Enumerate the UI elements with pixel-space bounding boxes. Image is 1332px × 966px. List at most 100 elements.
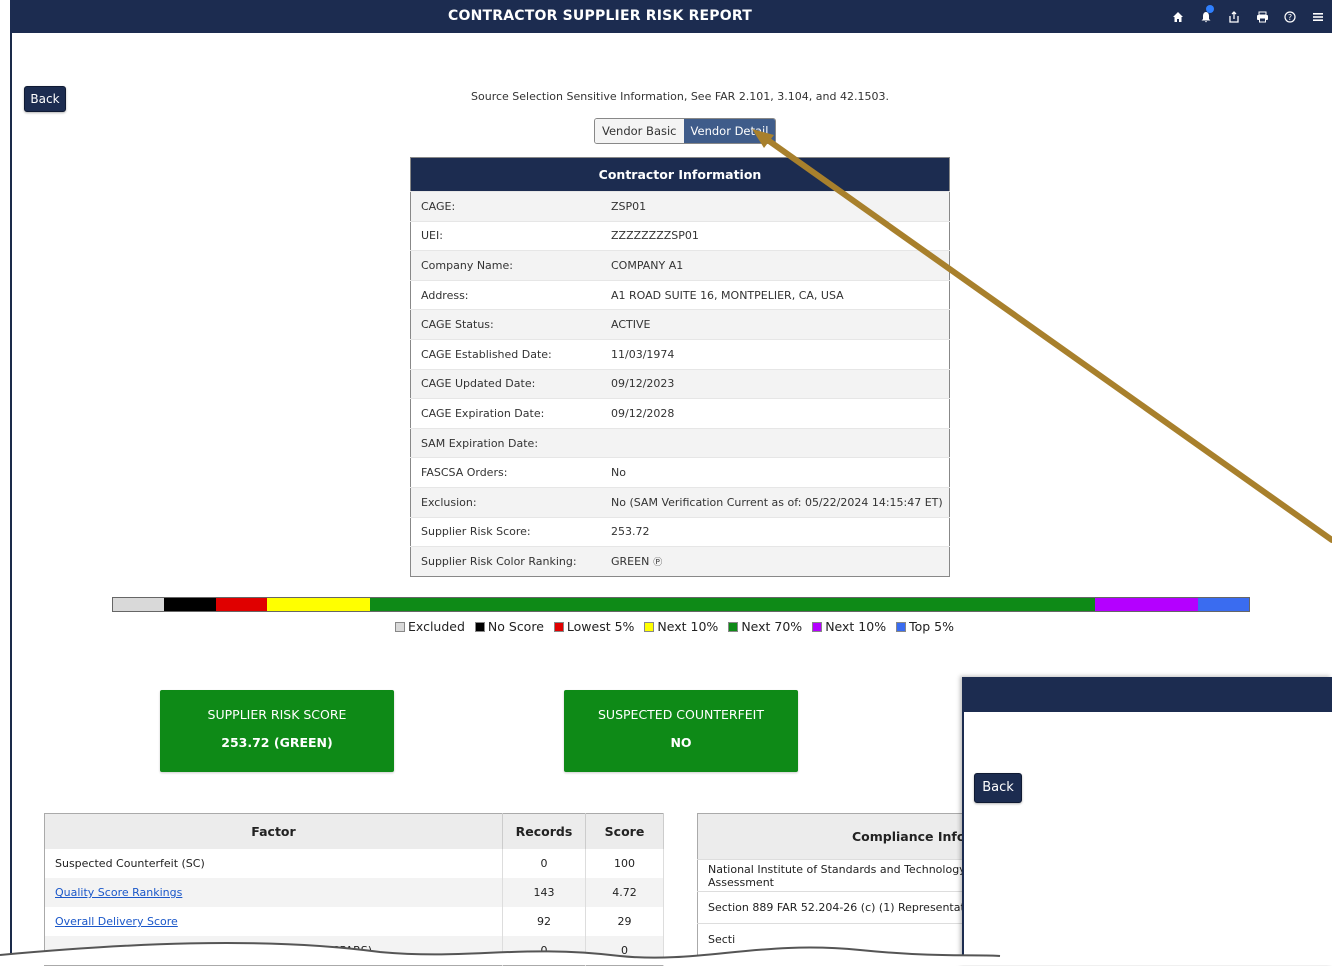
tab-vendor-basic[interactable]: Vendor Basic (595, 119, 684, 143)
print-icon[interactable] (1248, 0, 1276, 33)
field-label: UEI: (410, 220, 601, 251)
table-row: CAGE: ZSP01 (410, 191, 950, 222)
contractor-information-table: Contractor Information CAGE: ZSP01 UEI: ZZ… (410, 157, 950, 577)
risk-color-value: GREEN (611, 554, 650, 568)
bell-icon[interactable] (1192, 0, 1220, 33)
records-value: 143 (502, 878, 586, 907)
field-label: Company Name: (410, 250, 601, 281)
risk-legend: Excluded No Score Lowest 5% Next 10% Nex… (395, 619, 964, 634)
legend-label: Excluded (408, 619, 465, 634)
bar-segment-excluded (113, 598, 164, 611)
table-row: CAGE Status: ACTIVE (410, 309, 950, 340)
column-header: Records (502, 813, 586, 849)
legend-item: Excluded (395, 619, 465, 634)
legend-item: No Score (474, 619, 544, 634)
column-header: Factor (44, 813, 503, 849)
legend-label: Lowest 5% (566, 619, 635, 634)
field-value: GREEN Ⓟ (601, 546, 950, 577)
vendor-view-toggle: Vendor Basic Vendor Detail (594, 118, 777, 144)
field-label: Exclusion: (410, 486, 601, 518)
help-icon[interactable]: ? (1276, 0, 1304, 33)
field-value: A1 ROAD SUITE 16, MONTPELIER, CA, USA (601, 279, 950, 310)
preview-back-button[interactable]: Back (974, 773, 1022, 803)
torn-edge (0, 941, 1332, 965)
legend-item: Next 70% (728, 619, 802, 634)
field-label: CAGE Expiration Date: (410, 398, 601, 429)
table-row: CAGE Expiration Date: 09/12/2028 (410, 398, 950, 429)
field-label: Supplier Risk Color Ranking: (410, 546, 601, 577)
table-row: CAGE Established Date: 11/03/1974 (410, 338, 950, 370)
legend-swatch (896, 621, 907, 632)
records-value: 0 (502, 849, 586, 878)
table-row: National Institute of Standards and Tech… (697, 859, 997, 892)
table-row: Address: A1 ROAD SUITE 16, MONTPELIER, CA… (410, 279, 950, 310)
table-row: FASCSA Orders: No (410, 457, 950, 488)
legend-label: Next 10% (657, 619, 719, 634)
table-row: SAM Expiration Date: (410, 427, 950, 458)
field-value: ACTIVE (601, 309, 950, 340)
field-label: Address: (410, 279, 601, 310)
legend-swatch (728, 621, 739, 632)
field-value: ZZZZZZZZSP01 (601, 220, 950, 251)
field-value: ZSP01 (601, 191, 950, 222)
legend-item: Next 10% (644, 619, 718, 634)
top-bar: CONTRACTOR SUPPLIER RISK REPORT ? (10, 0, 1332, 33)
preview-top-bar (964, 679, 1332, 712)
legend-swatch (553, 621, 564, 632)
field-value: No (601, 457, 950, 488)
legend-label: Next 70% (741, 619, 803, 634)
field-value: 253.72 (601, 516, 950, 547)
table-heading: Compliance Infor (697, 813, 997, 860)
legend-item: Top 5% (896, 619, 954, 634)
table-row: Section 889 FAR 52.204-26 (c) (1) Repres… (697, 891, 997, 924)
help-icon[interactable]: Ⓟ (653, 558, 662, 568)
card-title: SUPPLIER RISK SCORE (207, 707, 347, 722)
field-label: CAGE: (410, 191, 601, 222)
table-row: Suspected Counterfeit (SC) 0 100 (44, 849, 664, 878)
field-label: CAGE Status: (410, 309, 601, 340)
page-title: CONTRACTOR SUPPLIER RISK REPORT (448, 8, 752, 24)
legend-item: Next 10% (812, 619, 886, 634)
overall-delivery-score-link[interactable]: Overall Delivery Score (55, 915, 178, 928)
compliance-item: Section 889 FAR 52.204-26 (c) (1) Repres… (697, 891, 997, 924)
quality-score-rankings-link[interactable]: Quality Score Rankings (55, 886, 182, 899)
legend-swatch (395, 621, 405, 632)
field-value: 11/03/1974 (601, 338, 950, 370)
field-label: CAGE Updated Date: (410, 368, 601, 399)
supplier-risk-score-card: SUPPLIER RISK SCORE 253.72 (GREEN) (160, 690, 394, 772)
field-label: FASCSA Orders: (410, 457, 601, 488)
field-value: 09/12/2023 (601, 368, 950, 399)
suspected-counterfeit-card: SUSPECTED COUNTERFEIT NO (564, 690, 798, 772)
home-icon[interactable] (1164, 0, 1192, 33)
card-value: NO (670, 735, 692, 750)
toolbar-icons: ? (1164, 0, 1332, 33)
table-row: Company Name: COMPANY A1 (410, 250, 950, 281)
legend-swatch (644, 621, 655, 632)
svg-text:?: ? (1288, 13, 1292, 22)
tab-vendor-detail[interactable]: Vendor Detail (683, 119, 776, 143)
vendor-detail-preview: Back (962, 677, 1332, 965)
bar-segment-next-70 (370, 598, 1095, 611)
bar-segment-no-score (164, 598, 216, 611)
share-icon[interactable] (1220, 0, 1248, 33)
back-button[interactable]: Back (24, 86, 66, 112)
table-row: Exclusion: No (SAM Verification Current a… (410, 486, 950, 518)
card-value: 253.72 (GREEN) (221, 735, 333, 750)
legend-label: Top 5% (909, 619, 954, 634)
field-value: COMPANY A1 (601, 250, 950, 281)
table-row: Supplier Risk Score: 253.72 (410, 516, 950, 547)
bar-segment-top-5 (1198, 598, 1249, 611)
legend-swatch (812, 621, 823, 632)
field-value: No (SAM Verification Current as of: 05/2… (601, 486, 950, 518)
field-value (601, 427, 950, 458)
column-header: Score (585, 813, 664, 849)
field-label: Supplier Risk Score: (410, 516, 601, 547)
table-row: CAGE Updated Date: 09/12/2023 (410, 368, 950, 399)
table-row: Supplier Risk Color Ranking: GREEN Ⓟ (410, 546, 950, 577)
table-heading: Contractor Information (410, 157, 950, 192)
table-row: Quality Score Rankings 143 4.72 (44, 878, 664, 907)
bar-segment-next-10-purple (1095, 598, 1198, 611)
card-title: SUSPECTED COUNTERFEIT (597, 707, 764, 722)
factor-name: Suspected Counterfeit (SC) (44, 849, 503, 878)
menu-icon[interactable] (1304, 0, 1332, 33)
